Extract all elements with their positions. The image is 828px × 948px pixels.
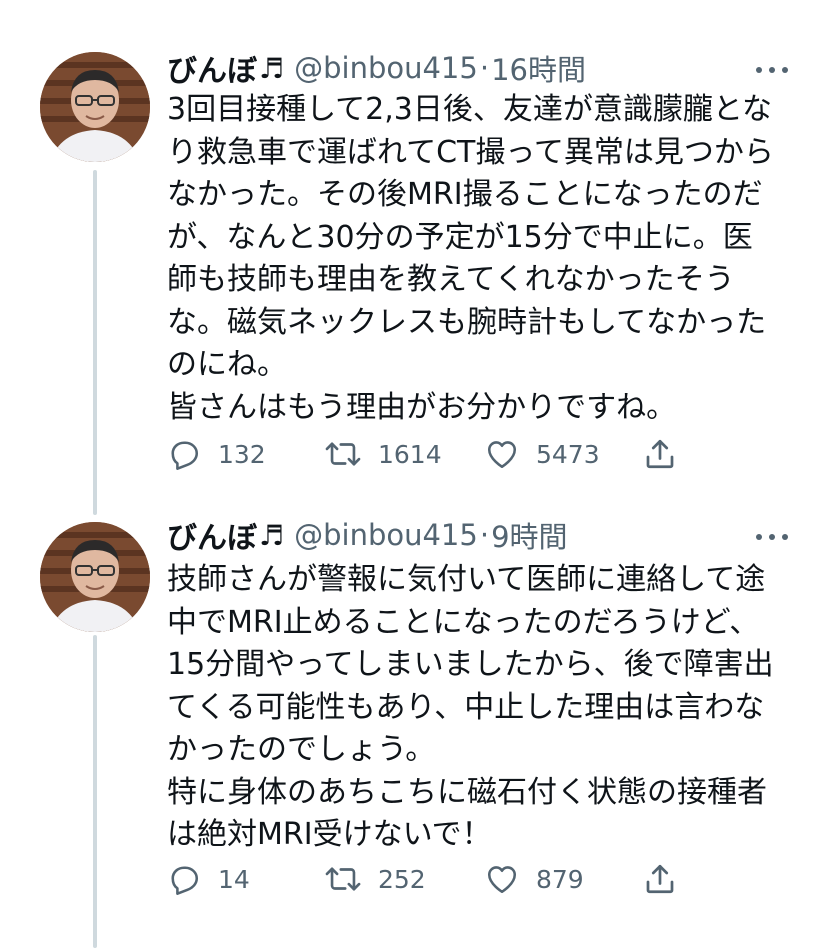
- author-name[interactable]: びんぼ: [167, 513, 257, 557]
- timestamp[interactable]: 9時間: [491, 514, 567, 556]
- tweet-text: 3回目接種して2,3日後、友達が意識朦朧とな り救急車で運ばれてCT撮って異常は…: [167, 89, 797, 429]
- timestamp[interactable]: 16時間: [491, 47, 586, 89]
- share-button[interactable]: [642, 432, 678, 476]
- text-line: は絶対MRI受けないで！: [167, 817, 492, 852]
- text-line: なかった。その後MRI撮ることになったのだ: [167, 177, 763, 212]
- action-bar: 14 252 879: [166, 857, 686, 901]
- retweet-icon: [324, 436, 362, 472]
- heart-icon: [484, 436, 520, 472]
- text-line: 師も技師も理由を教えてくれなかったそう: [167, 262, 735, 297]
- like-count: 879: [536, 864, 584, 894]
- retweet-button[interactable]: 252: [324, 857, 426, 901]
- author-name[interactable]: びんぼ: [167, 46, 257, 90]
- text-line: 皆さんはもう理由がお分かりですね。: [167, 389, 677, 425]
- more-options-icon[interactable]: [756, 525, 788, 549]
- retweet-count: 252: [378, 864, 426, 894]
- tweet-text: 技師さんが警報に気付いて医師に連絡して途 中でMRI止めることになったのだろうけ…: [167, 559, 797, 857]
- retweet-count: 1614: [378, 439, 442, 469]
- avatar[interactable]: [40, 52, 150, 162]
- action-bar: 132 1614 5473: [166, 432, 686, 476]
- thread-line: [93, 635, 97, 948]
- text-line: てくる可能性もあり、中止した理由は言わな: [167, 689, 765, 725]
- text-line: 15分間やってしまいましたから、後で障害出: [167, 647, 774, 682]
- author-handle[interactable]: @binbou415: [294, 518, 478, 552]
- retweet-icon: [324, 861, 362, 897]
- reply-count: 132: [218, 439, 266, 469]
- heart-icon: [484, 861, 520, 897]
- share-button[interactable]: [642, 857, 678, 901]
- text-line: のにね。: [167, 347, 287, 382]
- text-line: な。磁気ネックレスも腕時計もしてなかった: [167, 304, 767, 340]
- like-count: 5473: [536, 439, 600, 469]
- music-note-icon: ♬: [259, 51, 285, 85]
- share-icon: [642, 861, 678, 897]
- avatar[interactable]: [40, 522, 150, 632]
- thread-line: [93, 170, 97, 515]
- like-button[interactable]: 879: [484, 857, 584, 901]
- tweet-header: びんぼ ♬ @binbou415 · 9時間: [167, 513, 568, 557]
- separator: ·: [479, 518, 490, 552]
- reply-count: 14: [218, 864, 250, 894]
- text-line: 中でMRI止めることになったのだろうけど、: [167, 604, 760, 640]
- like-button[interactable]: 5473: [484, 432, 600, 476]
- tweet-header: びんぼ ♬ @binbou415 · 16時間: [167, 46, 586, 90]
- tweet[interactable]: びんぼ ♬ @binbou415 · 9時間 技師さんが警報に気付いて医師に連絡…: [0, 515, 828, 948]
- text-line: 技師さんが警報に気付いて医師に連絡して途: [167, 562, 766, 597]
- tweet[interactable]: びんぼ ♬ @binbou415 · 16時間 3回目接種して2,3日後、友達が…: [0, 0, 828, 515]
- reply-icon: [166, 861, 202, 897]
- more-options-icon[interactable]: [756, 58, 788, 82]
- reply-button[interactable]: 14: [166, 857, 250, 901]
- text-line: 特に身体のあちこちに磁石付く状態の接種者: [167, 774, 767, 810]
- separator: ·: [479, 51, 490, 85]
- text-line: り救急車で運ばれてCT撮って異常は見つから: [167, 134, 774, 170]
- retweet-button[interactable]: 1614: [324, 432, 442, 476]
- music-note-icon: ♬: [259, 518, 285, 552]
- reply-icon: [166, 436, 202, 472]
- reply-button[interactable]: 132: [166, 432, 266, 476]
- text-line: が、なんと30分の予定が15分で中止に。医: [167, 219, 753, 255]
- share-icon: [642, 436, 678, 472]
- text-line: 3回目接種して2,3日後、友達が意識朦朧とな: [167, 92, 772, 127]
- text-line: かったのでしょう。: [167, 732, 436, 767]
- author-handle[interactable]: @binbou415: [294, 51, 478, 85]
